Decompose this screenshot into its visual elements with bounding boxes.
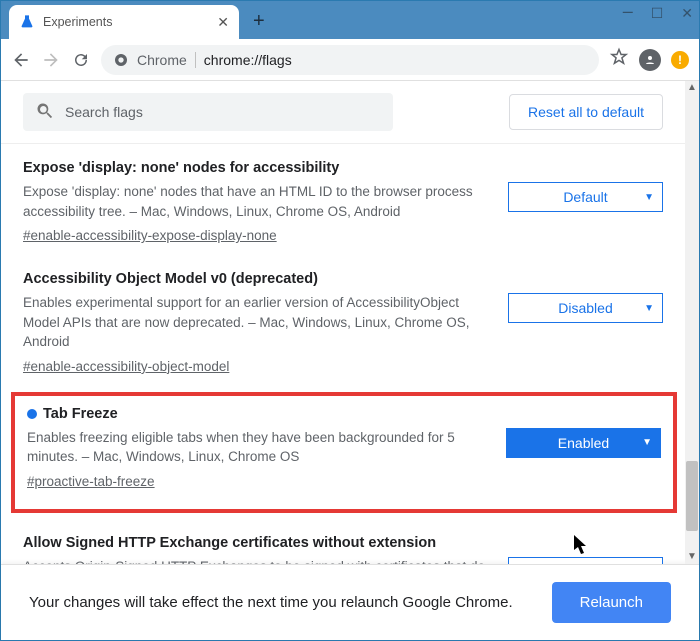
scroll-down-arrow[interactable]: ▼ [685,550,699,564]
footer-message: Your changes will take effect the next t… [29,592,532,613]
chevron-down-icon: ▼ [644,303,654,314]
flag-hash-link[interactable]: #proactive-tab-freeze [27,474,155,489]
search-placeholder: Search flags [65,104,143,120]
flag-select[interactable]: Default ▼ [508,182,663,212]
flag-select-value: Default [563,189,607,205]
scroll-up-arrow[interactable]: ▲ [685,81,699,95]
flag-item: Allow Signed HTTP Exchange certificates … [1,519,685,564]
flag-select-value: Enabled [558,435,609,451]
page-content: Search flags Reset all to default Expose… [1,81,699,564]
flask-icon [19,14,35,30]
search-icon [35,101,55,124]
flag-title: Accessibility Object Model v0 (deprecate… [23,271,488,287]
flag-hash-link[interactable]: #enable-accessibility-expose-display-non… [23,228,277,243]
close-window-icon[interactable]: ✕ [681,5,693,26]
flag-description: Enables freezing eligible tabs when they… [27,428,486,467]
chrome-icon [113,52,129,68]
flag-title: Expose 'display: none' nodes for accessi… [23,160,488,176]
relaunch-footer: Your changes will take effect the next t… [1,564,699,640]
tab-title: Experiments [43,15,209,29]
browser-window: Experiments ✕ + – ☐ ✕ Chrome chrome://fl… [0,0,700,641]
separator [195,52,196,68]
scroll-thumb[interactable] [686,461,698,531]
maximize-icon[interactable]: ☐ [651,5,664,26]
flag-title: Allow Signed HTTP Exchange certificates … [23,535,488,551]
minimize-icon[interactable]: – [623,1,633,22]
window-controls: – ☐ ✕ [623,5,693,26]
forward-button [41,50,61,70]
relaunch-button[interactable]: Relaunch [552,582,671,623]
flag-select[interactable]: Default ▼ [508,557,663,564]
back-button[interactable] [11,50,31,70]
warning-badge[interactable]: ! [671,51,689,69]
flag-description: Expose 'display: none' nodes that have a… [23,182,488,221]
omnibox-source: Chrome [137,52,187,68]
flag-item: Accessibility Object Model v0 (deprecate… [1,255,685,386]
titlebar: Experiments ✕ + – ☐ ✕ [1,1,699,39]
search-row: Search flags Reset all to default [1,81,685,144]
experiment-dot-icon [27,409,37,419]
scrollbar[interactable]: ▲ ▼ [685,81,699,564]
flag-title: Tab Freeze [27,406,486,422]
omnibox-url: chrome://flags [204,52,292,68]
omnibox[interactable]: Chrome chrome://flags [101,45,599,75]
flag-item: Expose 'display: none' nodes for accessi… [1,144,685,255]
flag-select[interactable]: Enabled ▼ [506,428,661,458]
flag-select[interactable]: Disabled ▼ [508,293,663,323]
search-input[interactable]: Search flags [23,93,393,131]
flag-select-value: Disabled [558,300,612,316]
reload-button[interactable] [71,50,91,70]
profile-avatar[interactable] [639,49,661,71]
close-tab-icon[interactable]: ✕ [217,14,229,31]
reset-all-button[interactable]: Reset all to default [509,94,663,130]
browser-tab[interactable]: Experiments ✕ [9,5,239,39]
toolbar: Chrome chrome://flags ! [1,39,699,81]
chevron-down-icon: ▼ [642,437,652,448]
flag-description: Accepts Origin-Signed HTTP Exchanges to … [23,557,488,564]
flag-hash-link[interactable]: #enable-accessibility-object-model [23,359,229,374]
chevron-down-icon: ▼ [644,192,654,203]
bookmark-star-icon[interactable] [609,47,629,72]
new-tab-button[interactable]: + [253,10,265,33]
flag-description: Enables experimental support for an earl… [23,293,488,352]
highlighted-flag: Tab Freeze Enables freezing eligible tab… [11,392,677,513]
